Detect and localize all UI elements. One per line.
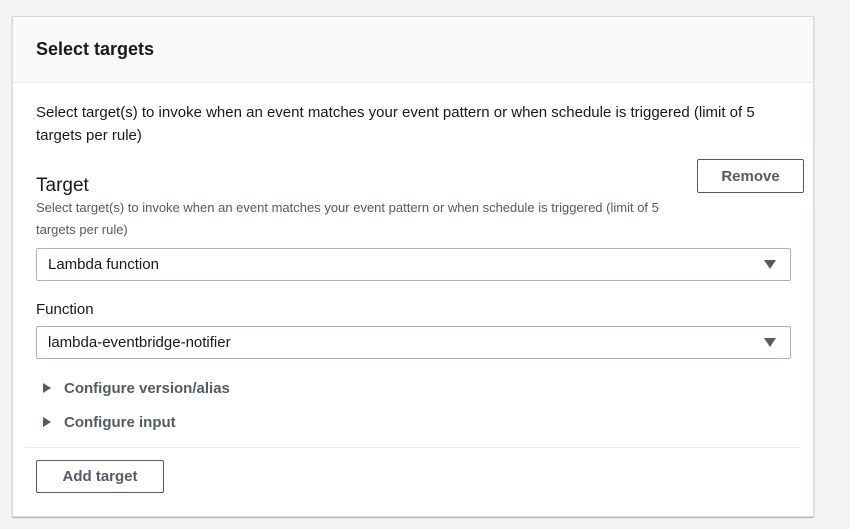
caret-right-icon (43, 383, 51, 393)
target-description: Select target(s) to invoke when an event… (36, 200, 659, 237)
target-block: Target Select target(s) to invoke when a… (36, 159, 804, 431)
function-select[interactable]: lambda-eventbridge-notifier (36, 326, 791, 359)
function-value: lambda-eventbridge-notifier (48, 334, 231, 351)
select-targets-panel: Select targets Select target(s) to invok… (12, 16, 814, 517)
configure-version-alias-expander[interactable]: Configure version/alias (36, 379, 790, 397)
expander-label: Configure input (64, 413, 176, 431)
target-type-select[interactable]: Lambda function (36, 248, 791, 281)
target-label: Target (36, 175, 89, 196)
remove-button[interactable]: Remove (697, 159, 804, 193)
function-label: Function (36, 301, 94, 318)
caret-down-icon (764, 338, 776, 347)
add-target-button[interactable]: Add target (36, 460, 164, 493)
panel-body: Select target(s) to invoke when an event… (13, 83, 813, 431)
configure-input-expander[interactable]: Configure input (36, 413, 790, 431)
panel-intro: Select target(s) to invoke when an event… (36, 104, 755, 144)
expander-label: Configure version/alias (64, 379, 230, 397)
target-type-value: Lambda function (48, 256, 159, 273)
panel-title: Select targets (36, 39, 155, 59)
panel-header: Select targets (13, 17, 813, 83)
divider (25, 447, 801, 448)
caret-down-icon (764, 260, 776, 269)
caret-right-icon (43, 417, 51, 427)
